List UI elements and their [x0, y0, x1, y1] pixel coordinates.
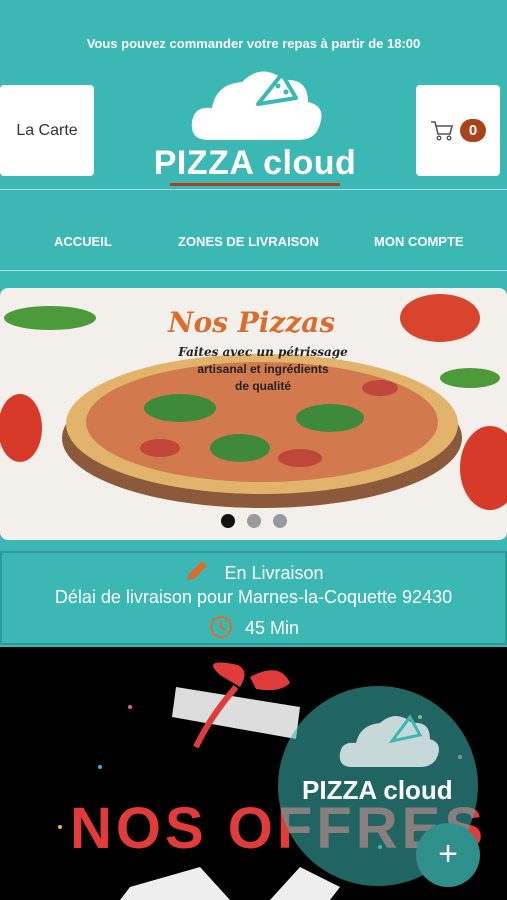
banner-subtitle-line: de qualité	[234, 379, 291, 393]
delivery-info: En Livraison Délai de livraison pour Mar…	[0, 551, 507, 645]
menu-button[interactable]: La Carte	[0, 85, 94, 176]
banner-subtitle: Faites avec un pétrissage artisanal et i…	[178, 344, 348, 395]
banner-subtitle-line: artisanal et ingrédients	[197, 362, 329, 376]
cloud-logo-icon	[339, 714, 439, 767]
add-button[interactable]: +	[416, 823, 480, 887]
cloud-logo-icon	[191, 71, 322, 140]
delivery-time: 45 Min	[244, 618, 300, 638]
menu-button-label: La Carte	[16, 121, 78, 139]
divider	[0, 270, 507, 271]
banner-subtitle-line: Faites avec un pétrissage	[178, 345, 348, 359]
cart-button[interactable]: 0	[416, 85, 500, 176]
delivery-mode: En Livraison	[224, 563, 324, 583]
delivery-mode-row: En Livraison	[2, 559, 505, 584]
cart-count-badge: 0	[459, 119, 487, 142]
pencil-icon	[187, 561, 208, 580]
logo[interactable]: PIZZA cloud	[150, 62, 360, 192]
nav-item-zones-de-livraison[interactable]: ZONES DE LIVRAISON	[178, 234, 319, 249]
delivery-time-row: 45 Min	[2, 614, 505, 640]
offers-banner[interactable]: NOS OFFRES PIZZA cloud +	[0, 647, 507, 900]
clock-icon	[209, 616, 232, 638]
logo-text: PIZZA cloud	[153, 144, 357, 182]
carousel-dot[interactable]	[220, 514, 235, 528]
carousel-dot[interactable]	[246, 514, 261, 528]
logo-underline	[170, 183, 340, 186]
nav-item-mon-compte[interactable]: MON COMPTE	[374, 234, 464, 249]
carousel-dot[interactable]	[272, 514, 287, 528]
delivery-delay: Délai de livraison pour Marnes-la-Coquet…	[54, 587, 453, 607]
banner-title: Nos Pizzas	[168, 306, 336, 339]
nav-item-accueil[interactable]: ACCUEIL	[54, 234, 112, 249]
carousel-dots	[0, 514, 507, 528]
cart-icon	[430, 120, 453, 141]
main-nav: ACCUEIL ZONES DE LIVRAISON MON COMPTE	[0, 234, 507, 250]
pizza-banner[interactable]: Nos Pizzas Faites avec un pétrissage art…	[0, 288, 507, 540]
divider	[0, 189, 507, 190]
overlay-logo-text: PIZZA cloud	[302, 775, 453, 805]
order-time-notice: Vous pouvez commander votre repas à part…	[86, 36, 421, 51]
